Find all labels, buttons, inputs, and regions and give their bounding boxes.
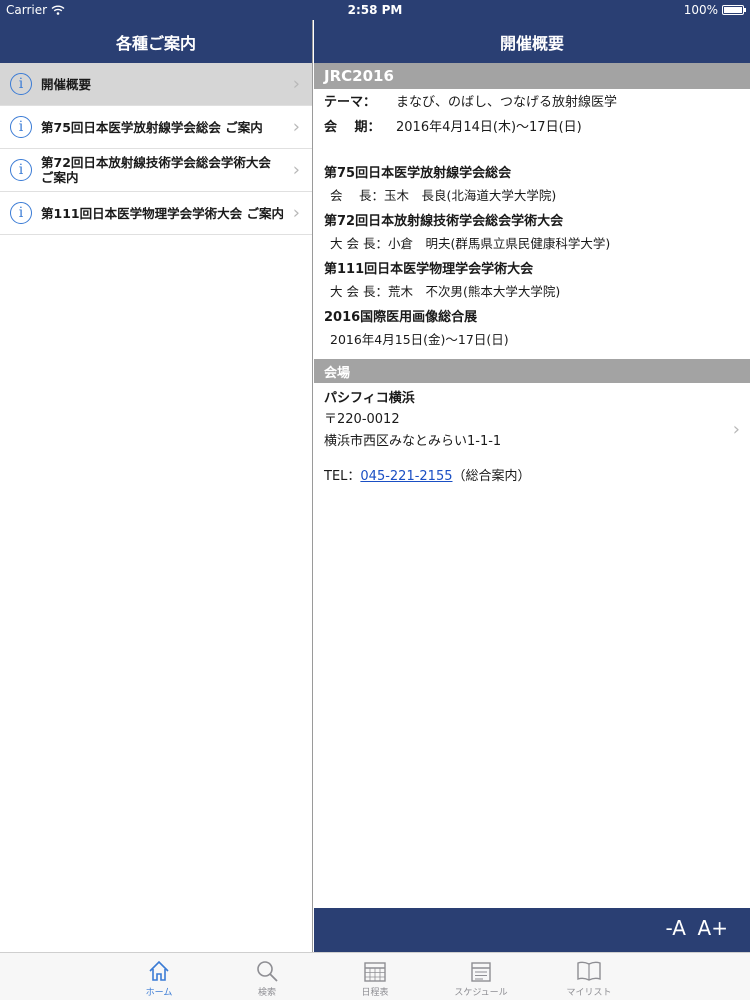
book-icon bbox=[577, 961, 601, 981]
tab-label: 検索 bbox=[257, 988, 276, 998]
venue-postal: 〒220-0012 bbox=[324, 412, 400, 427]
org-sub: 2016年4月15日(金)〜17日(日) bbox=[330, 332, 509, 347]
master-title: 各種ご案内 bbox=[115, 33, 196, 53]
tab-home[interactable]: ホーム bbox=[124, 957, 194, 998]
venue-row[interactable]: パシフィコ横浜 〒220-0012 横浜市西区みなとみらい1-1-1 › bbox=[314, 383, 750, 453]
master-pane: 各種ご案内 i 開催概要 › i 第75回日本医学放射線学会総会 ご案内 › i… bbox=[0, 20, 313, 952]
period-key: 会 期： bbox=[324, 120, 381, 135]
master-item-label: 第75回日本医学放射線学会総会 ご案内 bbox=[41, 119, 263, 135]
tab-mylist[interactable]: マイリスト bbox=[554, 957, 624, 998]
tab-search[interactable]: 検索 bbox=[232, 957, 302, 998]
info-icon: i bbox=[10, 116, 32, 138]
org-group: 第72回日本放射線技術学会総会学術大会 大 会 長：小倉 明夫(群馬県立県民健康… bbox=[324, 213, 742, 253]
venue-header: 会場 bbox=[324, 365, 351, 381]
battery-percent: 100% bbox=[683, 3, 718, 17]
master-list: i 開催概要 › i 第75回日本医学放射線学会総会 ご案内 › i 第72回日… bbox=[0, 63, 312, 235]
master-item-jrs[interactable]: i 第75回日本医学放射線学会総会 ご案内 › bbox=[0, 106, 312, 149]
master-item-jsmp[interactable]: i 第111回日本医学物理学会学術大会 ご案内 › bbox=[0, 192, 312, 235]
chevron-right-icon: › bbox=[292, 202, 300, 224]
calendar-icon bbox=[364, 962, 386, 982]
period-value: 2016年4月14日(木)〜17日(日) bbox=[396, 120, 582, 135]
section-title: JRC2016 bbox=[324, 67, 394, 85]
master-item-label: 第72回日本放射線技術学会総会学術大会 ご案内 bbox=[41, 155, 271, 185]
chevron-right-icon: › bbox=[292, 73, 300, 95]
theme-value: まなび、のばし、つなげる放射線医学 bbox=[396, 95, 618, 110]
home-icon bbox=[149, 960, 169, 981]
tab-label: マイリスト bbox=[566, 988, 612, 998]
theme-row: テーマ： まなび、のばし、つなげる放射線医学 bbox=[324, 94, 742, 112]
org-sub: 大 会 長：小倉 明夫(群馬県立県民健康科学大学) bbox=[330, 236, 611, 251]
venue-address: 横浜市西区みなとみらい1-1-1 bbox=[324, 434, 502, 449]
master-item-overview[interactable]: i 開催概要 › bbox=[0, 63, 312, 106]
font-increase-button[interactable]: A+ bbox=[698, 916, 728, 940]
battery-icon bbox=[722, 5, 746, 15]
org-sub: 会 長：玉木 長良(北海道大学大学院) bbox=[330, 188, 557, 203]
section-header-venue: 会場 bbox=[314, 359, 750, 383]
master-item-label: 第111回日本医学物理学会学術大会 ご案内 bbox=[41, 205, 284, 221]
tab-label: スケジュール bbox=[454, 988, 508, 998]
overview-block: テーマ： まなび、のばし、つなげる放射線医学 会 期： 2016年4月14日(木… bbox=[314, 89, 750, 359]
status-time: 2:58 PM bbox=[347, 3, 403, 17]
schedule-icon bbox=[471, 962, 491, 982]
period-row: 会 期： 2016年4月14日(木)〜17日(日) bbox=[324, 119, 742, 137]
font-decrease-button[interactable]: -A bbox=[666, 916, 686, 940]
tel-prefix: TEL： bbox=[324, 469, 361, 484]
org-group: 2016国際医用画像総合展 2016年4月15日(金)〜17日(日) bbox=[324, 309, 742, 359]
chevron-right-icon: › bbox=[292, 159, 300, 181]
detail-navbar: 開催概要 bbox=[314, 20, 750, 63]
theme-key: テーマ： bbox=[324, 95, 377, 110]
org-sub: 大 会 長：荒木 不次男(熊本大学大学院) bbox=[330, 284, 561, 299]
chevron-right-icon: › bbox=[732, 419, 740, 440]
detail-pane: 開催概要 JRC2016 テーマ： まなび、のばし、つなげる放射線医学 会 期：… bbox=[314, 20, 750, 952]
info-icon: i bbox=[10, 202, 32, 224]
tab-bar: ホーム 検索 日程表 スケジュール マイリスト bbox=[0, 952, 750, 1000]
org-title: 2016国際医用画像総合展 bbox=[324, 310, 478, 325]
tel-suffix: （総合案内） bbox=[452, 469, 531, 484]
font-size-toolbar: -A A+ bbox=[314, 908, 750, 952]
chevron-right-icon: › bbox=[292, 116, 300, 138]
master-navbar: 各種ご案内 bbox=[0, 20, 312, 63]
battery-indicator: 100% bbox=[683, 3, 746, 17]
info-icon: i bbox=[10, 159, 32, 181]
tab-label: 日程表 bbox=[361, 988, 389, 998]
status-bar: Carrier 2:58 PM 100% bbox=[0, 0, 750, 20]
org-title: 第75回日本医学放射線学会総会 bbox=[324, 166, 512, 181]
detail-title: 開催概要 bbox=[499, 33, 564, 53]
section-header-jrc: JRC2016 bbox=[314, 63, 750, 89]
tab-schedule[interactable]: スケジュール bbox=[446, 957, 516, 998]
search-icon bbox=[257, 961, 278, 982]
info-icon: i bbox=[10, 73, 32, 95]
master-item-jsrt[interactable]: i 第72回日本放射線技術学会総会学術大会 ご案内 › bbox=[0, 149, 312, 192]
battery-fill bbox=[724, 7, 742, 13]
org-group: 第75回日本医学放射線学会総会 会 長：玉木 長良(北海道大学大学院) bbox=[324, 165, 742, 205]
tel-row: TEL：045-221-2155（総合案内） bbox=[314, 465, 750, 484]
tab-label: ホーム bbox=[145, 988, 173, 998]
org-group: 第111回日本医学物理学会学術大会 大 会 長：荒木 不次男(熊本大学大学院) bbox=[324, 261, 742, 301]
org-title: 第72回日本放射線技術学会総会学術大会 bbox=[324, 214, 564, 229]
venue-name: パシフィコ横浜 bbox=[324, 391, 415, 406]
org-title: 第111回日本医学物理学会学術大会 bbox=[324, 262, 534, 277]
tab-calendar[interactable]: 日程表 bbox=[340, 957, 410, 998]
master-item-label: 開催概要 bbox=[41, 76, 92, 92]
tel-link[interactable]: 045-221-2155 bbox=[360, 469, 452, 484]
